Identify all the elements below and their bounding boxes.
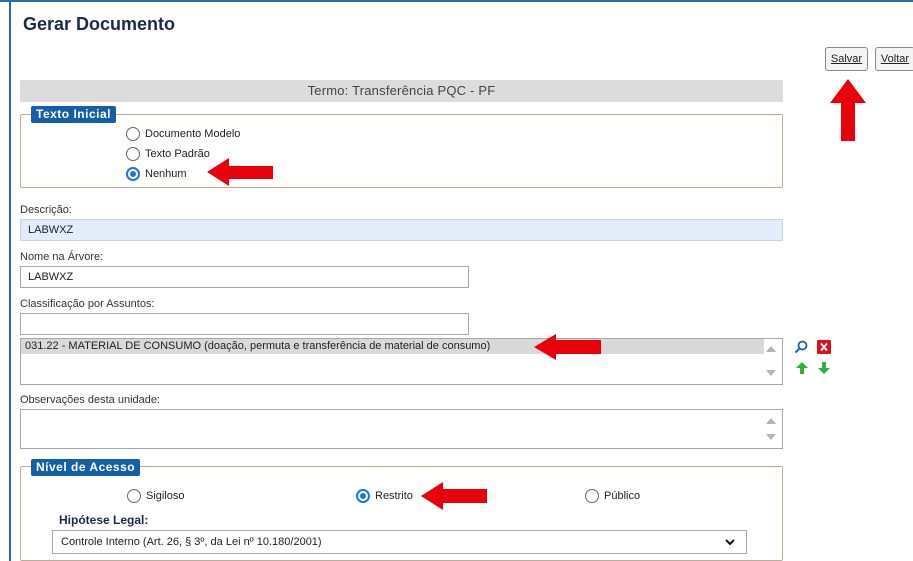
list-item[interactable]: 031.22 - MATERIAL DE CONSUMO (doação, pe… <box>21 339 764 354</box>
scroll-up-arrow[interactable] <box>766 346 776 352</box>
search-icon[interactable] <box>794 340 808 354</box>
page-title: Gerar Documento <box>23 14 176 34</box>
red-arrow-up-icon <box>830 79 866 141</box>
nome-arvore-input[interactable]: LABWXZ <box>20 266 469 288</box>
remove-icon[interactable] <box>817 340 831 354</box>
radio-texto-padrao[interactable]: Texto Padrão <box>126 147 210 161</box>
radio-circle <box>585 489 599 503</box>
descricao-input[interactable]: LABWXZ <box>20 219 783 241</box>
radio-publico[interactable]: Público <box>585 489 640 503</box>
frame-border-top <box>0 0 913 2</box>
hipotese-legal-label: Hipótese Legal: <box>59 513 149 527</box>
radio-label: Público <box>604 490 641 502</box>
red-arrow-left-icon <box>207 158 273 186</box>
radio-circle-selected <box>356 489 370 503</box>
red-arrow-left-icon <box>534 334 601 360</box>
descricao-label: Descrição: <box>20 204 72 216</box>
back-button[interactable]: Voltar <box>875 47 913 71</box>
radio-nenhum[interactable]: Nenhum <box>126 167 187 181</box>
frame-border-left <box>9 0 11 561</box>
radio-circle <box>127 489 141 503</box>
save-button-label: Salvar <box>830 53 863 65</box>
radio-label: Restrito <box>375 490 413 502</box>
radio-sigiloso[interactable]: Sigiloso <box>127 489 185 503</box>
radio-circle <box>126 147 140 161</box>
save-button[interactable]: Salvar <box>825 47 868 71</box>
texto-inicial-legend: Texto Inicial <box>31 106 116 123</box>
radio-documento-modelo[interactable]: Documento Modelo <box>126 127 240 141</box>
scroll-down-arrow[interactable] <box>766 370 776 376</box>
radio-circle <box>126 127 140 141</box>
chevron-down-icon <box>725 539 735 546</box>
back-button-label: Voltar <box>880 53 910 65</box>
scroll-up-arrow[interactable] <box>766 418 776 424</box>
document-type-bar: Termo: Transferência PQC - PF <box>20 80 783 102</box>
observacoes-textarea[interactable] <box>20 409 783 449</box>
nivel-acesso-legend: Nível de Acesso <box>31 459 141 476</box>
hipotese-legal-select[interactable]: Controle Interno (Art. 26, § 3º, da Lei … <box>52 530 747 554</box>
red-arrow-left-icon <box>421 482 487 510</box>
classificacao-search-input[interactable] <box>20 313 469 335</box>
nome-arvore-label: Nome na Árvore: <box>20 251 104 263</box>
hipotese-legal-value: Controle Interno (Art. 26, § 3º, da Lei … <box>61 536 322 548</box>
radio-label: Texto Padrão <box>145 148 210 160</box>
radio-circle-selected <box>126 167 140 181</box>
classificacao-label: Classificação por Assuntos: <box>20 298 155 310</box>
classificacao-listbox[interactable]: 031.22 - MATERIAL DE CONSUMO (doação, pe… <box>20 338 783 385</box>
radio-label: Nenhum <box>145 168 187 180</box>
radio-label: Documento Modelo <box>145 128 241 140</box>
scroll-down-arrow[interactable] <box>766 434 776 440</box>
move-down-icon[interactable] <box>818 362 830 374</box>
radio-label: Sigiloso <box>146 490 185 502</box>
observacoes-label: Observações desta unidade: <box>20 394 161 406</box>
move-up-icon[interactable] <box>796 362 808 374</box>
radio-restrito[interactable]: Restrito <box>356 489 413 503</box>
